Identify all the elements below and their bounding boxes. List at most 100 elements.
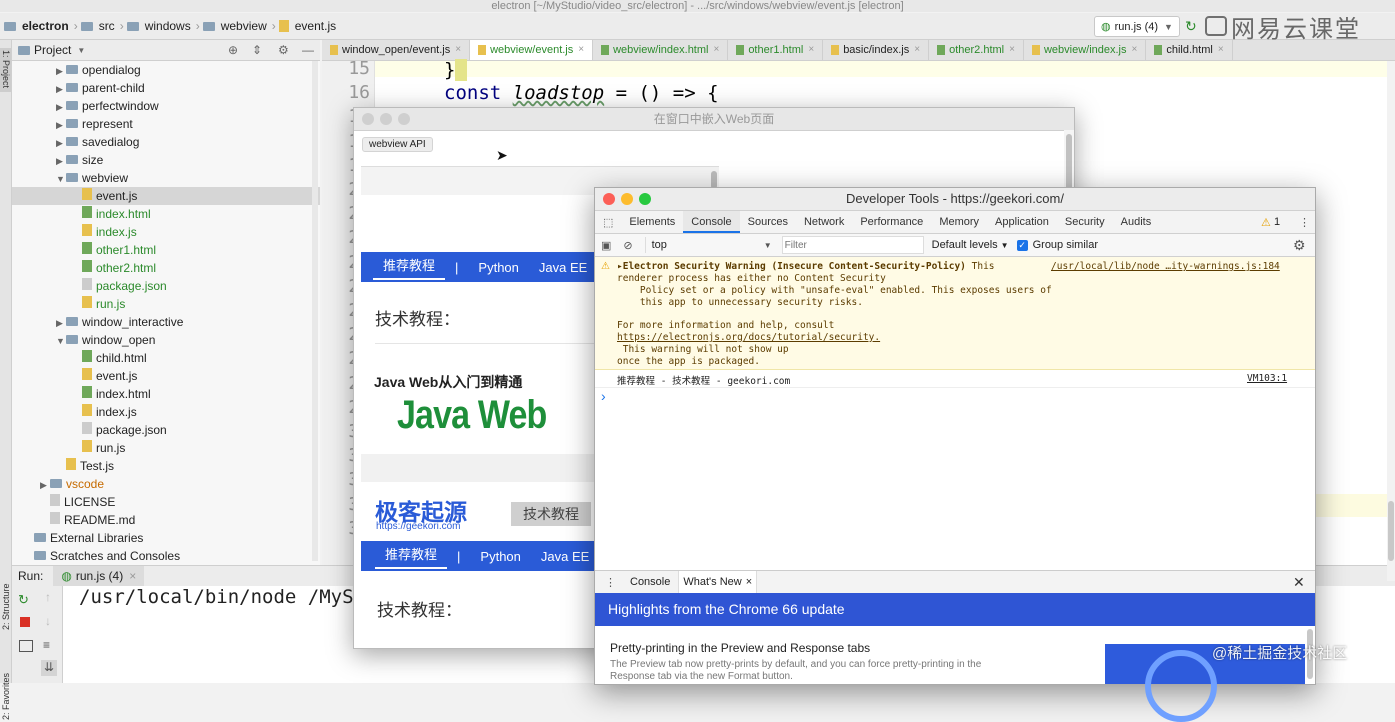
gear-icon[interactable]: ⚙ [278, 43, 289, 57]
tree-item[interactable]: run.js [12, 439, 320, 457]
breadcrumb-project[interactable]: electron [20, 19, 71, 33]
whats-new-item-title[interactable]: Pretty-printing in the Preview and Respo… [610, 641, 870, 655]
minimize-light-icon[interactable] [621, 193, 633, 205]
tab-application[interactable]: Application [987, 211, 1057, 233]
log-levels-select[interactable]: Default levels [932, 239, 998, 251]
chevron-right-icon[interactable]: ▶ [56, 80, 66, 98]
tree-item[interactable]: ▶ parent-child [12, 79, 320, 97]
tree-item[interactable]: ▶ savedialog [12, 133, 320, 151]
project-tool-button[interactable]: 1: Project [0, 48, 11, 92]
console-filter-input[interactable] [781, 236, 924, 254]
editor-tab[interactable]: webview/event.js × [470, 40, 594, 60]
web-nav-item-python[interactable]: Python [468, 260, 528, 275]
gear-icon[interactable]: ⚙ [1293, 237, 1306, 254]
close-icon[interactable]: × [713, 40, 719, 60]
chevron-right-icon[interactable]: ▶ [56, 152, 66, 170]
tab-console[interactable]: Console [683, 211, 740, 233]
chevron-right-icon[interactable]: ▶ [56, 134, 66, 152]
soft-wrap-icon[interactable]: ≡ [43, 638, 50, 652]
chevron-right-icon[interactable]: ▶ [56, 314, 66, 332]
structure-tool-label[interactable]: 2: Structure [1, 583, 11, 630]
java-web-logo[interactable]: Java Web [397, 393, 547, 438]
tree-item[interactable]: Test.js [12, 457, 320, 475]
editor-scrollbar-thumb[interactable] [1388, 501, 1394, 561]
warning-count[interactable]: 1 [1274, 216, 1280, 228]
locate-icon[interactable]: ⊕ [228, 43, 238, 57]
chevron-right-icon[interactable]: ▶ [56, 62, 66, 80]
tab-memory[interactable]: Memory [931, 211, 987, 233]
favorites-tool-label[interactable]: 2: Favorites [1, 673, 11, 720]
scroll-to-end-icon[interactable]: ⇊ [41, 660, 57, 676]
close-icon[interactable]: × [129, 569, 136, 583]
tab-audits[interactable]: Audits [1113, 211, 1160, 233]
close-light-icon[interactable] [362, 113, 374, 125]
collapse-icon[interactable]: ⇕ [252, 43, 262, 57]
run-icon[interactable]: ↻ [1185, 18, 1197, 35]
tree-scrollbar[interactable] [312, 61, 318, 561]
breadcrumb-windows[interactable]: windows [143, 19, 193, 33]
close-icon[interactable]: × [578, 40, 584, 60]
web-nav-item-recommend[interactable]: 推荐教程 [373, 255, 446, 280]
maximize-light-icon[interactable] [398, 113, 410, 125]
close-icon[interactable]: × [1132, 40, 1138, 60]
security-docs-link[interactable]: https://electronjs.org/docs/tutorial/sec… [617, 332, 880, 343]
close-icon[interactable]: × [1218, 40, 1224, 60]
tree-item[interactable]: ▶ vscode [12, 475, 320, 493]
more-icon[interactable]: ⋮ [1299, 216, 1310, 229]
chevron-down-icon[interactable]: ▼ [56, 170, 66, 188]
tree-item[interactable]: index.js [12, 223, 320, 241]
web-nav-item-javaee[interactable]: Java EE [531, 549, 599, 564]
tree-item[interactable]: External Libraries [12, 529, 320, 547]
arrow-up-icon[interactable]: ↑ [45, 590, 51, 604]
hide-icon[interactable]: — [302, 43, 314, 57]
tree-item[interactable]: run.js [12, 295, 320, 313]
stop-icon[interactable] [20, 617, 30, 627]
close-icon[interactable]: × [1009, 40, 1015, 60]
chevron-right-icon[interactable]: ▶ [56, 98, 66, 116]
tree-item[interactable]: event.js [12, 367, 320, 385]
console-prompt[interactable]: › [601, 388, 606, 404]
tab-elements[interactable]: Elements [621, 211, 683, 233]
project-view-select[interactable]: Project [34, 43, 71, 57]
tree-item[interactable]: index.html [12, 385, 320, 403]
tab-network[interactable]: Network [796, 211, 852, 233]
tree-item[interactable]: ▶ represent [12, 115, 320, 133]
tree-item[interactable]: Scratches and Consoles [12, 547, 320, 565]
close-icon[interactable]: × [914, 40, 920, 60]
editor-tab[interactable]: webview/index.html × [593, 40, 729, 60]
editor-tab[interactable]: other1.html × [728, 40, 824, 60]
tree-item[interactable]: package.json [12, 421, 320, 439]
sidebar-toggle-icon[interactable]: ▣ [601, 239, 611, 252]
run-tab[interactable]: ◍ run.js (4) × [53, 566, 145, 586]
editor-scrollbar[interactable] [1387, 61, 1395, 581]
brand-tab-button[interactable]: 技术教程 [511, 502, 591, 526]
arrow-down-icon[interactable]: ↓ [45, 614, 51, 628]
drawer-tab-whats-new[interactable]: What's New × [678, 571, 758, 593]
tree-item[interactable]: package.json [12, 277, 320, 295]
rerun-icon[interactable]: ↻ [18, 592, 29, 608]
web-nav-item-recommend[interactable]: 推荐教程 [375, 544, 448, 569]
console-warning[interactable]: ⚠ ▸Electron Security Warning (Insecure C… [595, 257, 1315, 370]
editor-tab[interactable]: child.html × [1146, 40, 1233, 60]
web-nav-item-javaee[interactable]: Java EE [529, 260, 597, 275]
tree-item[interactable]: ▶ perfectwindow [12, 97, 320, 115]
web-nav-item-python[interactable]: Python [470, 549, 530, 564]
tree-item[interactable]: ▼ webview [12, 169, 320, 187]
close-light-icon[interactable] [603, 193, 615, 205]
close-drawer-icon[interactable]: ✕ [1293, 574, 1305, 591]
group-similar-checkbox[interactable]: ✓ [1016, 239, 1028, 251]
tree-item[interactable]: ▶ window_interactive [12, 313, 320, 331]
editor-tab[interactable]: basic/index.js × [823, 40, 930, 60]
brand-url[interactable]: https://geekori.com [376, 521, 460, 532]
tree-item[interactable]: index.html [12, 205, 320, 223]
scrollbar-thumb[interactable] [1066, 134, 1072, 194]
console-log-source[interactable]: VM103:1 [1247, 373, 1287, 384]
breadcrumb-src[interactable]: src [97, 19, 117, 33]
tree-item[interactable]: event.js [12, 187, 320, 205]
tab-sources[interactable]: Sources [740, 211, 796, 233]
tab-performance[interactable]: Performance [852, 211, 931, 233]
breadcrumb-webview[interactable]: webview [219, 19, 269, 33]
close-icon[interactable]: × [746, 576, 752, 588]
drawer-menu-icon[interactable]: ⋮ [605, 576, 616, 589]
tree-item[interactable]: ▶ opendialog [12, 61, 320, 79]
